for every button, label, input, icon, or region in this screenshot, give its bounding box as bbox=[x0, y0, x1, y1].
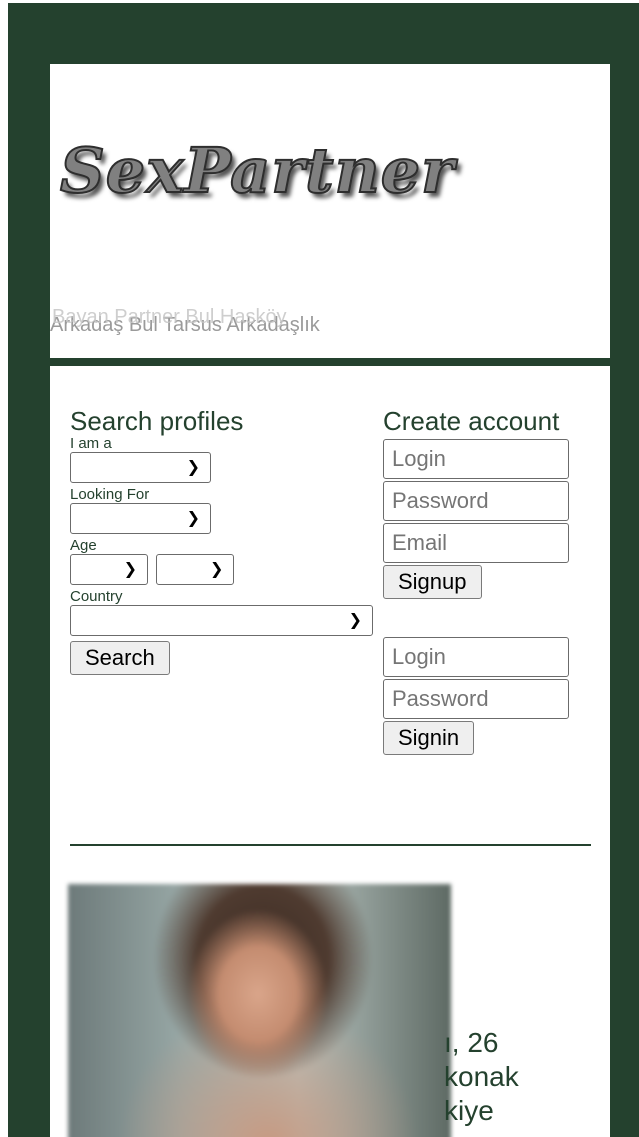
chevron-down-icon: ❯ bbox=[186, 457, 200, 476]
profile-info[interactable]: ı, 26 konak kiye bbox=[444, 1026, 519, 1128]
country-label: Country bbox=[70, 588, 123, 605]
site-logo[interactable]: SexPartner bbox=[59, 133, 455, 208]
create-account-form: Create account Login Password Email Sign… bbox=[383, 406, 583, 755]
header-panel: SexPartner Arkadaş Bul Tarsus Arkadaşlık… bbox=[50, 64, 610, 358]
signup-email-input[interactable]: Email bbox=[383, 523, 569, 563]
profile-city: konak bbox=[444, 1061, 519, 1092]
signin-button[interactable]: Signin bbox=[383, 721, 475, 755]
main-panel: Search profiles I am a ❯ Looking For ❯ A… bbox=[50, 366, 610, 1137]
search-button[interactable]: Search bbox=[70, 641, 170, 675]
search-profiles-form: Search profiles I am a ❯ Looking For ❯ A… bbox=[70, 406, 373, 675]
country-select[interactable]: ❯ bbox=[70, 605, 373, 636]
age-max-select[interactable]: ❯ bbox=[156, 554, 235, 585]
signin-password-input[interactable]: Password bbox=[383, 679, 569, 719]
profile-country: kiye bbox=[444, 1095, 494, 1126]
search-title: Search profiles bbox=[70, 406, 244, 436]
chevron-down-icon: ❯ bbox=[210, 559, 224, 578]
create-account-title: Create account bbox=[383, 406, 560, 436]
signup-button[interactable]: Signup bbox=[383, 565, 482, 599]
chevron-down-icon: ❯ bbox=[123, 559, 137, 578]
section-divider bbox=[70, 844, 591, 846]
signup-login-input[interactable]: Login bbox=[383, 439, 569, 479]
looking-for-select[interactable]: ❯ bbox=[70, 503, 211, 534]
i-am-label: I am a bbox=[70, 435, 112, 452]
chevron-down-icon: ❯ bbox=[348, 610, 362, 629]
chevron-down-icon: ❯ bbox=[186, 508, 200, 527]
tagline-text-overlay[interactable]: Bayan Partner Bul Hasköy bbox=[52, 306, 287, 329]
profile-photo[interactable] bbox=[68, 884, 451, 1137]
i-am-select[interactable]: ❯ bbox=[70, 452, 211, 483]
signup-password-input[interactable]: Password bbox=[383, 481, 569, 521]
profile-name-age: ı, 26 bbox=[444, 1027, 499, 1058]
age-label: Age bbox=[70, 537, 97, 554]
looking-for-label: Looking For bbox=[70, 486, 150, 503]
age-min-select[interactable]: ❯ bbox=[70, 554, 148, 585]
signin-login-input[interactable]: Login bbox=[383, 637, 569, 677]
